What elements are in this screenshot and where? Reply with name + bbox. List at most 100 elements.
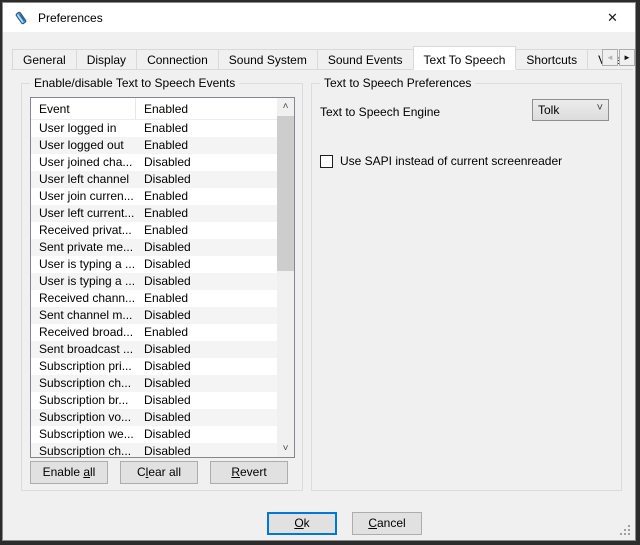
table-row[interactable]: Subscription pri... Disabled	[31, 358, 277, 375]
table-row[interactable]: Received chann... Enabled	[31, 290, 277, 307]
event-cell: Subscription pri...	[31, 358, 135, 375]
tab-scroller: ◄ ►	[602, 49, 635, 66]
close-icon[interactable]: ✕	[590, 3, 635, 32]
table-row[interactable]: Sent broadcast ... Disabled	[31, 341, 277, 358]
table-row[interactable]: User logged out Enabled	[31, 137, 277, 154]
clear-all-button[interactable]: Clear all	[120, 461, 198, 484]
tab-label: Shortcuts	[526, 53, 577, 67]
table-row[interactable]: Sent channel m... Disabled	[31, 307, 277, 324]
event-cell: Subscription ch...	[31, 443, 135, 457]
table-row[interactable]: User joined cha... Disabled	[31, 154, 277, 171]
column-header-event[interactable]: Event	[31, 98, 135, 119]
cancel-button[interactable]: Cancel	[352, 512, 422, 535]
tab[interactable]: Text To Speech	[413, 46, 517, 70]
tab[interactable]: General	[12, 49, 77, 70]
tab[interactable]: Sound System	[218, 49, 318, 70]
table-row[interactable]: Subscription ch... Disabled	[31, 375, 277, 392]
table-row[interactable]: User left channel Disabled	[31, 171, 277, 188]
table-row[interactable]: Received broad... Enabled	[31, 324, 277, 341]
table-row[interactable]: User is typing a ... Disabled	[31, 273, 277, 290]
engine-select[interactable]: Tolk ˅	[532, 99, 609, 121]
chevron-down-icon: ˅	[597, 102, 603, 114]
vertical-scrollbar[interactable]: ˄ ˅	[277, 98, 294, 457]
table-row[interactable]: User left current... Enabled	[31, 205, 277, 222]
enabled-cell: Enabled	[135, 222, 188, 239]
table-row[interactable]: User logged in Enabled	[31, 120, 277, 137]
sapi-checkbox[interactable]	[320, 155, 333, 168]
tab[interactable]: Shortcuts	[515, 49, 588, 70]
event-cell: User logged in	[31, 120, 135, 137]
engine-selected-value: Tolk	[538, 103, 559, 117]
tab-label: General	[23, 53, 66, 67]
tab-scroll-left-icon[interactable]: ◄	[602, 49, 618, 66]
ok-button[interactable]: Ok	[267, 512, 337, 535]
enabled-cell: Disabled	[135, 392, 191, 409]
resize-grip[interactable]	[628, 533, 630, 535]
tts-group-box: Text to Speech Preferences Text to Speec…	[311, 83, 622, 491]
column-header-enabled[interactable]: Enabled	[135, 98, 294, 119]
tab-strip: General Display Connection Sound System …	[12, 46, 633, 70]
screen-backdrop: Preferences ✕ General Display Connection	[0, 0, 640, 545]
tab[interactable]: Connection	[136, 49, 219, 70]
enabled-cell: Disabled	[135, 171, 191, 188]
list-rows: User logged in Enabled User logged out E…	[31, 120, 277, 457]
tab-label: Sound System	[229, 53, 307, 67]
enabled-cell: Disabled	[135, 307, 191, 324]
event-cell: User is typing a ...	[31, 256, 135, 273]
event-cell: User logged out	[31, 137, 135, 154]
table-row[interactable]: Sent private me... Disabled	[31, 239, 277, 256]
scroll-up-icon[interactable]: ˄	[277, 98, 294, 115]
scroll-down-icon[interactable]: ˅	[277, 440, 294, 457]
engine-label: Text to Speech Engine	[320, 105, 440, 119]
events-group-box: Enable/disable Text to Speech Events Eve…	[21, 83, 303, 491]
enabled-cell: Disabled	[135, 375, 191, 392]
event-cell: Received broad...	[31, 324, 135, 341]
enable-all-button[interactable]: Enable all	[30, 461, 108, 484]
table-row[interactable]: Subscription ch... Disabled	[31, 443, 277, 457]
enabled-cell: Enabled	[135, 120, 188, 137]
tab-label: Connection	[147, 53, 208, 67]
event-cell: Received privat...	[31, 222, 135, 239]
window-title: Preferences	[38, 11, 103, 25]
events-list[interactable]: Event Enabled User logged in Enabled Use…	[30, 97, 295, 458]
app-icon	[13, 10, 29, 26]
table-row[interactable]: User join curren... Enabled	[31, 188, 277, 205]
enabled-cell: Enabled	[135, 324, 188, 341]
enabled-cell: Disabled	[135, 256, 191, 273]
enabled-cell: Disabled	[135, 358, 191, 375]
table-row[interactable]: Subscription we... Disabled	[31, 426, 277, 443]
scrollbar-thumb[interactable]	[277, 116, 294, 271]
tab-label: Text To Speech	[424, 53, 506, 67]
enabled-cell: Disabled	[135, 239, 191, 256]
event-cell: Sent channel m...	[31, 307, 135, 324]
event-cell: Sent private me...	[31, 239, 135, 256]
table-row[interactable]: Subscription vo... Disabled	[31, 409, 277, 426]
event-cell: Subscription we...	[31, 426, 135, 443]
event-cell: User join curren...	[31, 188, 135, 205]
event-cell: User is typing a ...	[31, 273, 135, 290]
tab[interactable]: Display	[76, 49, 137, 70]
tab-label: Display	[87, 53, 126, 67]
event-cell: User left current...	[31, 205, 135, 222]
enabled-cell: Disabled	[135, 154, 191, 171]
table-row[interactable]: User is typing a ... Disabled	[31, 256, 277, 273]
tts-group-title: Text to Speech Preferences	[320, 76, 475, 91]
enabled-cell: Disabled	[135, 409, 191, 426]
preferences-dialog: Preferences ✕ General Display Connection	[2, 2, 636, 541]
table-row[interactable]: Received privat... Enabled	[31, 222, 277, 239]
enabled-cell: Enabled	[135, 205, 188, 222]
enabled-cell: Disabled	[135, 426, 191, 443]
enabled-cell: Enabled	[135, 137, 188, 154]
sapi-checkbox-row[interactable]: Use SAPI instead of current screenreader	[320, 154, 562, 168]
event-cell: Subscription vo...	[31, 409, 135, 426]
table-row[interactable]: Subscription br... Disabled	[31, 392, 277, 409]
revert-button[interactable]: Revert	[210, 461, 288, 484]
event-cell: Subscription br...	[31, 392, 135, 409]
tab-label: Sound Events	[328, 53, 403, 67]
tab-scroll-right-icon[interactable]: ►	[619, 49, 635, 66]
event-cell: User joined cha...	[31, 154, 135, 171]
tab[interactable]: Sound Events	[317, 49, 414, 70]
enabled-cell: Disabled	[135, 341, 191, 358]
title-bar[interactable]: Preferences ✕	[3, 3, 635, 32]
events-group-title: Enable/disable Text to Speech Events	[30, 76, 239, 91]
